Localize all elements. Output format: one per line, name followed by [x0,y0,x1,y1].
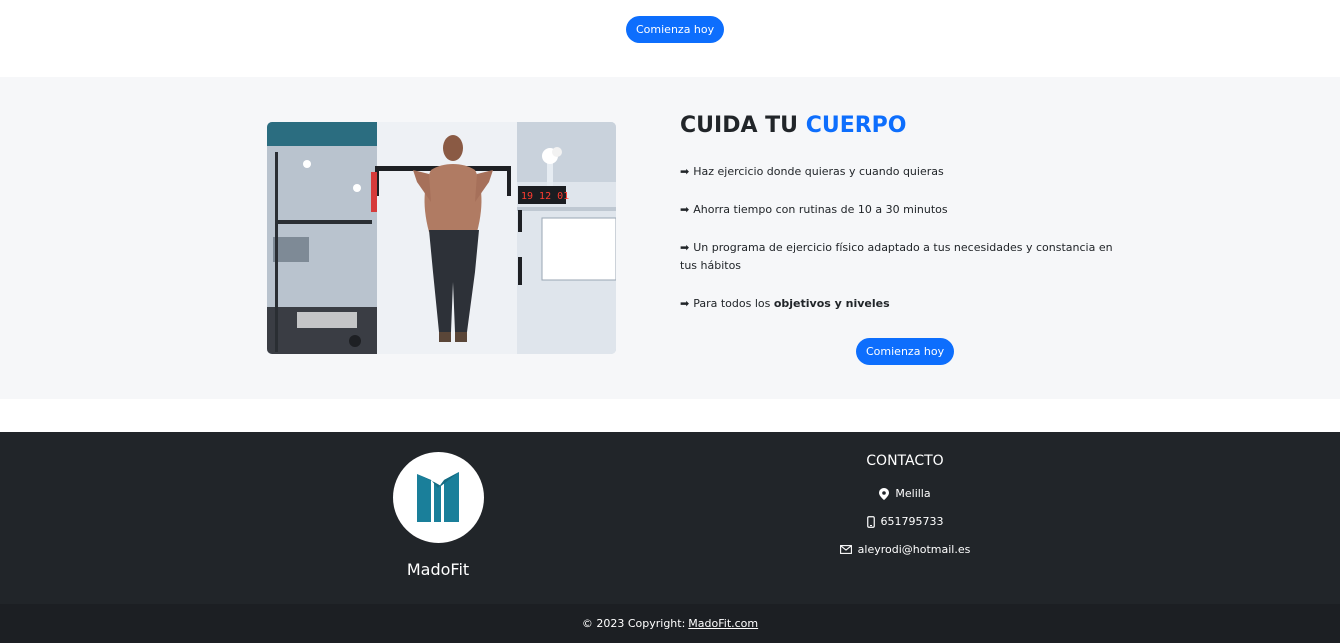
feature-title: CUIDA TU CUERPO [680,113,907,138]
feature-start-today-button[interactable]: Comienza hoy [856,338,955,365]
benefit-text: Un programa de ejercicio físico adaptado… [680,241,1113,272]
contact-phone: 651795733 [755,515,1055,528]
right-arrow-icon: ➡ [680,203,690,216]
map-pin-icon [879,487,890,500]
benefit-text: Haz ejercicio donde quieras y cuando qui… [693,165,944,178]
madofit-logo[interactable] [393,452,484,543]
benefit-item: ➡ Para todos los objetivos y niveles [680,295,1120,313]
right-arrow-icon: ➡ [680,165,690,178]
feature-title-prefix: CUIDA TU [680,113,799,138]
envelope-icon [839,545,852,554]
phone-icon [866,515,875,528]
feature-title-accent: CUERPO [805,113,907,138]
contact-title: CONTACTO [866,453,944,469]
man-doing-pullups-image: 19 12 01 [267,122,616,354]
location-text: Melilla [895,487,931,500]
copyright-link[interactable]: MadoFit.com [688,617,758,630]
phone-text[interactable]: 651795733 [881,515,944,528]
brand-name: MadoFit [406,560,470,579]
right-arrow-icon: ➡ [680,241,690,254]
benefit-text: Para todos los [693,297,774,310]
benefit-item: ➡ Haz ejercicio donde quieras y cuando qu… [680,163,1120,181]
benefit-item: ➡ Un programa de ejercicio físico adaptad… [680,239,1120,275]
benefit-bold-text: objetivos y niveles [773,297,890,310]
benefits-list: ➡ Haz ejercicio donde quieras y cuando qu… [680,163,1120,333]
svg-text:19 12 01: 19 12 01 [521,191,569,202]
contact-location: Melilla [755,487,1055,500]
contact-email: aleyrodi@hotmail.es [755,543,1055,556]
copyright-bar: © 2023 Copyright: MadoFit.com [0,604,1340,643]
top-start-today-button[interactable]: Comienza hoy [626,16,725,43]
benefit-item: ➡ Ahorra tiempo con rutinas de 10 a 30 mi… [680,201,1120,219]
benefit-text: Ahorra tiempo con rutinas de 10 a 30 min… [693,203,948,216]
workout-photo: 19 12 01 [267,122,616,354]
footer: MadoFit CONTACTO Melilla 651795733 aleyr… [0,432,1340,604]
feature-section: 19 12 01 CUIDA TU CUERPO ➡ Haz ejercicio… [0,77,1340,399]
right-arrow-icon: ➡ [680,297,690,310]
email-text[interactable]: aleyrodi@hotmail.es [858,543,971,556]
madofit-logo-mark-icon [417,472,459,522]
copyright-text: © 2023 Copyright: [581,617,686,630]
